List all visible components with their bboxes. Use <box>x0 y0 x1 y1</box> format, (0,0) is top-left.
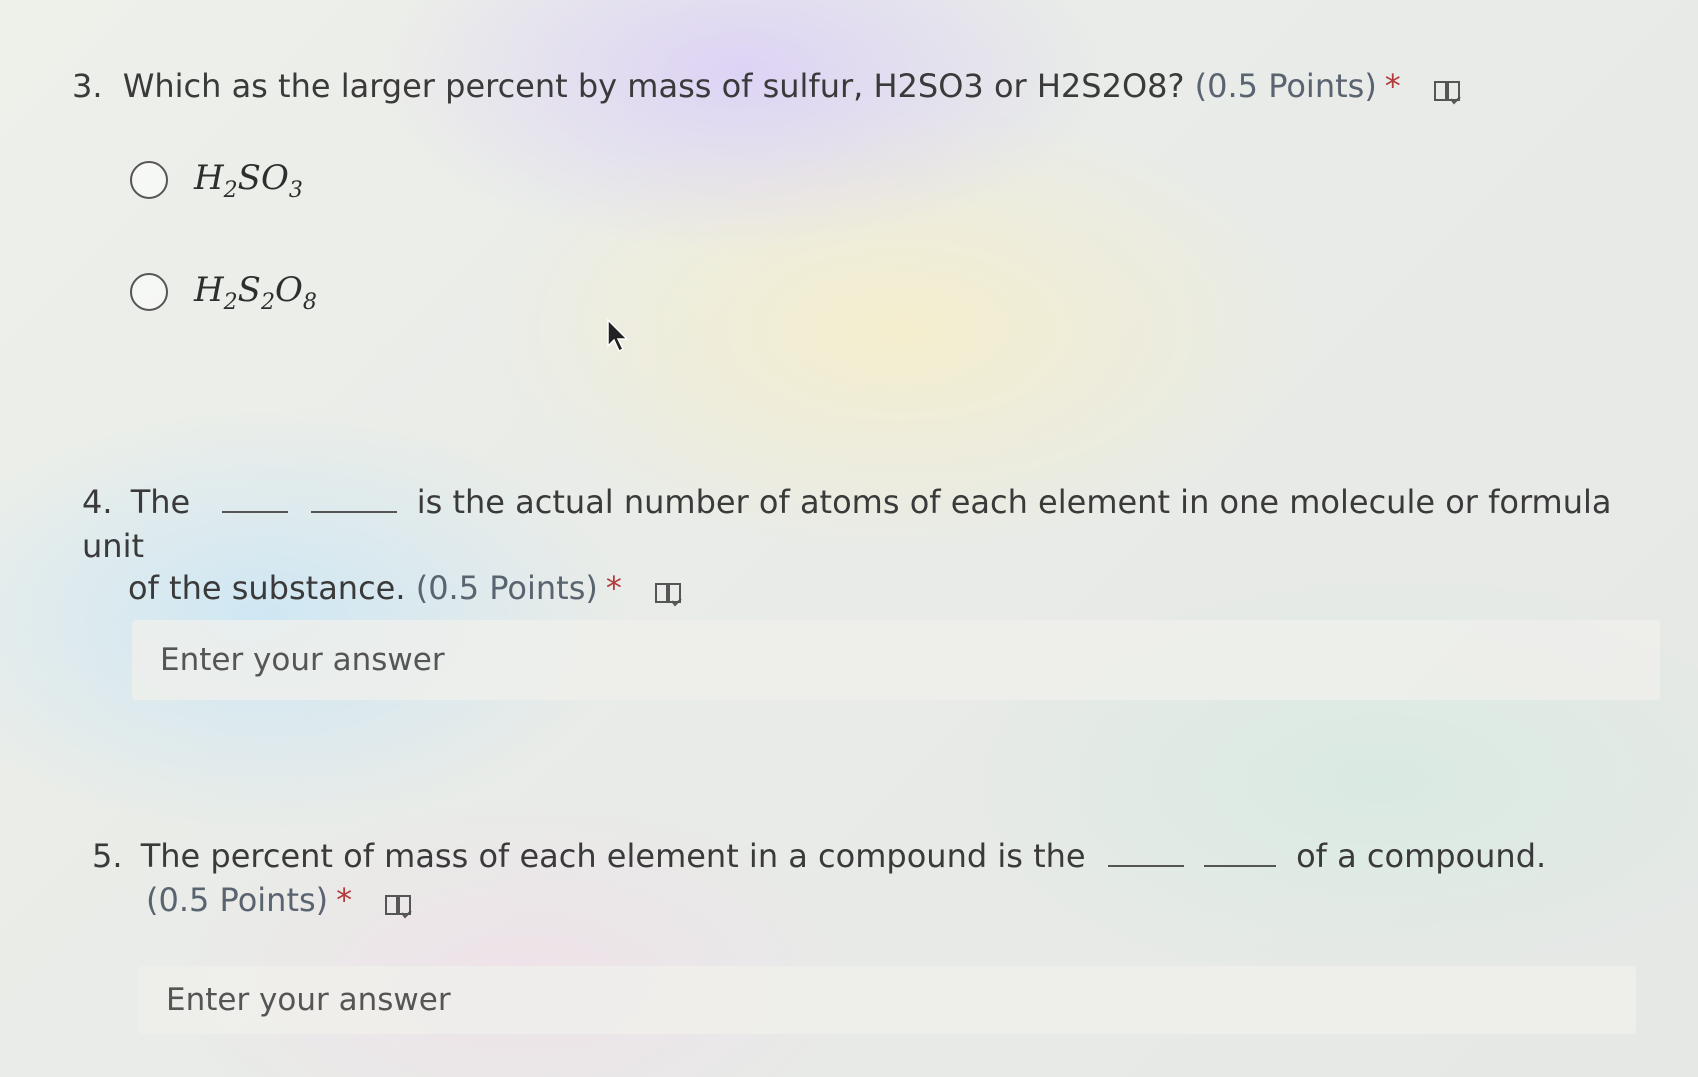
question-3-points: (0.5 Points) <box>1194 67 1377 105</box>
blank-2 <box>310 505 397 513</box>
question-5-answer-box[interactable] <box>138 966 1636 1034</box>
radio-button[interactable] <box>130 161 168 200</box>
question-5: 5. The percent of mass of each element i… <box>92 834 1652 922</box>
question-5-title-line2: (0.5 Points) * <box>146 878 1652 922</box>
question-4-text-after: is the actual number of atoms of each el… <box>82 483 1612 565</box>
option-h2so3[interactable]: H2SO3 <box>130 158 303 203</box>
question-4-answer-input[interactable] <box>132 620 1660 700</box>
option-h2s2o8[interactable]: H2S2O8 <box>130 270 317 315</box>
blank-1 <box>1107 859 1184 867</box>
question-4-points: (0.5 Points) <box>415 569 598 607</box>
required-asterisk: * <box>336 881 353 919</box>
question-5-title: 5. The percent of mass of each element i… <box>92 834 1652 878</box>
question-4-number: 4. <box>82 483 113 521</box>
question-4-answer-box[interactable] <box>132 620 1660 700</box>
question-4: 4. The is the actual number of atoms of … <box>82 480 1662 610</box>
required-asterisk: * <box>1384 67 1401 105</box>
question-4-title: 4. The is the actual number of atoms of … <box>82 480 1662 568</box>
required-asterisk: * <box>605 569 622 607</box>
option-h2s2o8-label: H2S2O8 <box>194 270 317 315</box>
mouse-pointer-icon <box>606 318 632 354</box>
question-4-text-line2: of the substance. <box>128 569 406 607</box>
blank-2 <box>1203 859 1276 867</box>
question-3-number: 3. <box>72 67 103 105</box>
question-4-title-line2: of the substance. (0.5 Points) * <box>128 566 1662 610</box>
immersive-reader-icon[interactable] <box>654 576 684 607</box>
question-3: 3. Which as the larger percent by mass o… <box>72 64 1652 108</box>
radio-button[interactable] <box>130 273 168 312</box>
blank-1 <box>222 505 289 513</box>
immersive-reader-icon[interactable] <box>1433 74 1463 105</box>
question-5-points: (0.5 Points) <box>146 881 329 919</box>
option-h2so3-label: H2SO3 <box>194 158 303 203</box>
question-5-number: 5. <box>92 837 123 875</box>
question-3-title: 3. Which as the larger percent by mass o… <box>72 64 1652 108</box>
immersive-reader-icon[interactable] <box>384 888 414 919</box>
question-3-text: Which as the larger percent by mass of s… <box>122 67 1185 105</box>
question-5-answer-input[interactable] <box>138 966 1636 1034</box>
question-5-text-after: of a compound. <box>1296 837 1547 875</box>
question-5-text-before: The percent of mass of each element in a… <box>140 837 1086 875</box>
question-4-text-before: The <box>130 483 191 521</box>
